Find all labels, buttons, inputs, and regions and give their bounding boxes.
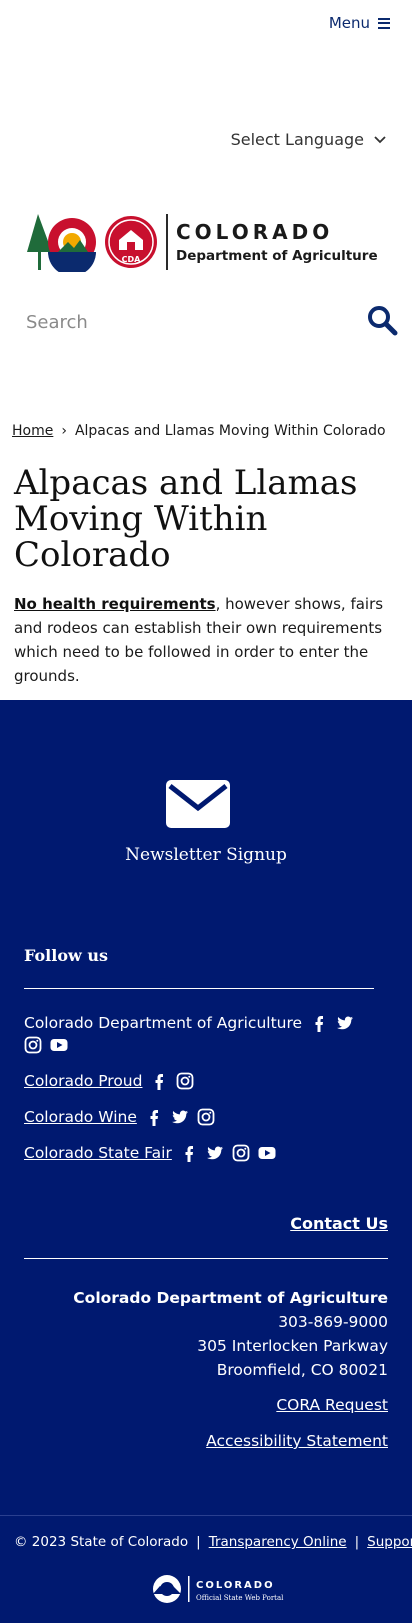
search-icon[interactable] xyxy=(366,304,398,336)
contact-us-link[interactable]: Contact Us xyxy=(290,1214,388,1233)
address-block: Colorado Department of Agriculture 303-8… xyxy=(73,1286,388,1382)
chevron-down-icon xyxy=(374,135,386,143)
instagram-icon[interactable] xyxy=(232,1144,250,1162)
street-address: 305 Interlocken Parkway xyxy=(197,1337,388,1355)
social-row-state-fair: Colorado State Fair xyxy=(24,1144,374,1162)
city-address: Broomfield, CO 80021 xyxy=(216,1361,388,1379)
breadcrumb: Home › Alpacas and Llamas Moving Within … xyxy=(12,423,386,439)
portal-subtitle: Official State Web Portal xyxy=(196,1594,284,1602)
facebook-icon[interactable] xyxy=(150,1072,168,1090)
cora-request-link[interactable]: CORA Request xyxy=(276,1396,388,1414)
colorado-portal-logo[interactable]: COLORADO Official State Web Portal xyxy=(150,1572,290,1606)
accessibility-statement-link[interactable]: Accessibility Statement xyxy=(206,1432,388,1450)
copyright-text: © 2023 State of Colorado xyxy=(14,1534,189,1550)
menu-label: Menu xyxy=(328,14,370,32)
hamburger-icon xyxy=(378,17,390,29)
legal-separator: | xyxy=(196,1534,201,1550)
youtube-icon[interactable] xyxy=(50,1036,68,1054)
twitter-icon[interactable] xyxy=(206,1144,224,1162)
facebook-icon[interactable] xyxy=(180,1144,198,1162)
youtube-icon[interactable] xyxy=(258,1144,276,1162)
legal-separator: | xyxy=(354,1534,360,1550)
transparency-online-link[interactable]: Transparency Online xyxy=(209,1534,347,1550)
logo-title: COLORADO xyxy=(176,220,334,244)
intro-paragraph: No health requirements, however shows, f… xyxy=(14,592,394,688)
social-row-wine: Colorado Wine xyxy=(24,1108,374,1126)
social-row-cda: Colorado Department of Agriculture xyxy=(24,1014,374,1054)
legal-links: © 2023 State of Colorado | Transparency … xyxy=(14,1534,412,1550)
facebook-icon[interactable] xyxy=(310,1014,328,1032)
logo-divider xyxy=(166,214,168,270)
search-input[interactable] xyxy=(26,312,346,333)
social-name[interactable]: Colorado State Fair xyxy=(24,1144,172,1162)
page-title: Alpacas and Llamas Moving Within Colorad… xyxy=(14,463,358,575)
menu-button[interactable]: Menu xyxy=(329,14,390,32)
logo-badge-text: CDA xyxy=(122,255,142,264)
language-select[interactable]: Select Language xyxy=(231,130,386,149)
social-name[interactable]: Colorado Wine xyxy=(24,1108,137,1126)
breadcrumb-separator: › xyxy=(61,423,67,439)
social-name[interactable]: Colorado Proud xyxy=(24,1072,142,1090)
social-name: Colorado Department of Agriculture xyxy=(24,1014,303,1032)
logo-subtitle: Department of Agriculture xyxy=(176,248,378,264)
cda-logo[interactable]: CDA COLORADO Department of Agriculture xyxy=(24,212,382,272)
instagram-icon[interactable] xyxy=(197,1108,215,1126)
instagram-icon[interactable] xyxy=(176,1072,194,1090)
follow-heading: Follow us xyxy=(24,946,108,965)
breadcrumb-home-link[interactable]: Home xyxy=(12,423,53,439)
health-requirements-link[interactable]: No health requirements xyxy=(14,595,216,613)
portal-title: COLORADO xyxy=(196,1580,275,1591)
breadcrumb-current: Alpacas and Llamas Moving Within Colorad… xyxy=(74,423,386,439)
legal-bar: © 2023 State of Colorado | Transparency … xyxy=(0,1515,412,1623)
divider xyxy=(24,1258,388,1259)
phone-number: 303-869-9000 xyxy=(278,1313,388,1331)
twitter-icon[interactable] xyxy=(171,1108,189,1126)
org-name: Colorado Department of Agriculture xyxy=(73,1289,388,1307)
twitter-icon[interactable] xyxy=(336,1014,354,1032)
newsletter-signup-link[interactable]: Newsletter Signup xyxy=(0,845,412,865)
support-link[interactable]: Support xyxy=(367,1534,412,1550)
site-footer: Newsletter Signup Follow us Colorado Dep… xyxy=(0,700,412,1515)
colorado-logo-icon: CDA xyxy=(27,214,157,272)
instagram-icon[interactable] xyxy=(24,1036,42,1054)
search-bar xyxy=(0,300,412,350)
envelope-icon[interactable] xyxy=(166,780,230,828)
facebook-icon[interactable] xyxy=(145,1108,163,1126)
social-row-proud: Colorado Proud xyxy=(24,1072,374,1090)
divider xyxy=(24,988,374,989)
language-label: Select Language xyxy=(230,130,364,149)
